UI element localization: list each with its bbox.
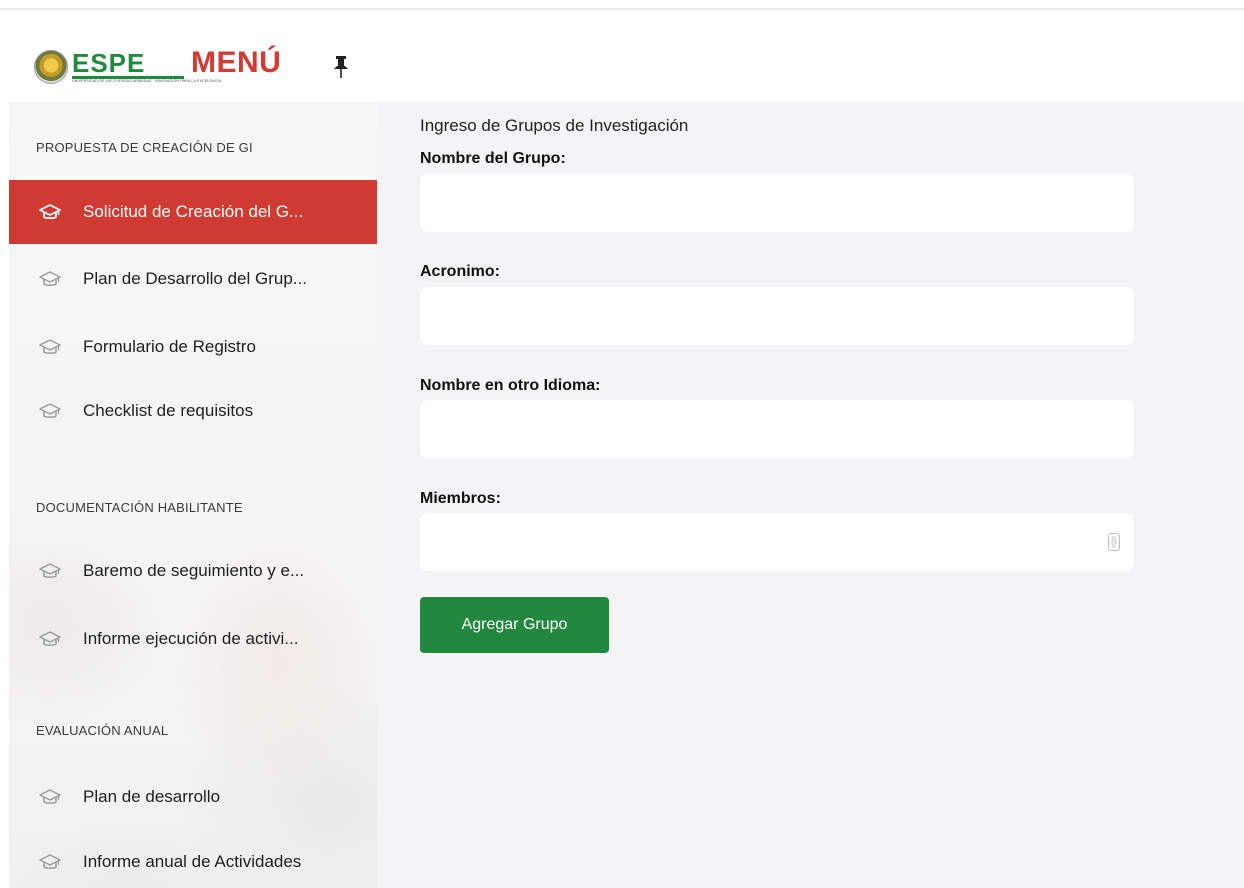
add-group-button[interactable]: Agregar Grupo	[420, 597, 609, 653]
number-stepper-icon[interactable]: △ ▽	[1108, 533, 1120, 551]
graduation-cap-icon	[39, 403, 61, 418]
sidebar-item-solicitud[interactable]: Solicitud de Creación del G...	[9, 180, 377, 244]
graduation-cap-icon	[39, 339, 61, 354]
pin-icon[interactable]	[334, 56, 348, 78]
sidebar-item-label: Solicitud de Creación del G...	[83, 202, 304, 221]
acronym-label: Acronimo:	[420, 263, 500, 280]
menu-title: MENÚ	[191, 46, 282, 79]
sidebar-item-label: Formulario de Registro	[83, 337, 256, 356]
sidebar-item-label: Checklist de requisitos	[83, 401, 254, 420]
sidebar-item-formulario-registro[interactable]: Formulario de Registro	[9, 315, 377, 379]
sidebar-item-checklist[interactable]: Checklist de requisitos	[9, 379, 377, 443]
sidebar-item-plan-desarrollo[interactable]: Plan de desarrollo	[9, 765, 377, 829]
graduation-cap-icon	[39, 204, 61, 220]
group-name-input[interactable]	[420, 174, 1134, 232]
form-heading: Ingreso de Grupos de Investigación	[420, 116, 689, 135]
other-language-name-label: Nombre en otro Idioma:	[420, 377, 601, 394]
sidebar-item-informe-ejecucion[interactable]: Informe ejecución de activi...	[9, 607, 377, 671]
graduation-cap-icon	[39, 563, 61, 578]
sidebar-item-label: Informe ejecución de activi...	[83, 629, 299, 648]
section-title-propuesta: PROPUESTA DE CREACIÓN DE GI	[36, 140, 253, 155]
main-content: Ingreso de Grupos de Investigación Nombr…	[377, 102, 1244, 888]
section-title-documentacion: DOCUMENTACIÓN HABILITANTE	[36, 500, 243, 515]
app-header: ESPE UNIVERSIDAD DE LAS FUERZAS ARMADAS …	[0, 10, 1244, 102]
other-language-name-input[interactable]	[420, 400, 1134, 458]
sidebar-item-label: Plan de Desarrollo del Grup...	[83, 269, 307, 288]
sidebar-item-baremo[interactable]: Baremo de seguimiento y e...	[9, 539, 377, 603]
members-label: Miembros:	[420, 490, 501, 507]
sidebar-item-label: Informe anual de Actividades	[83, 852, 302, 871]
section-title-evaluacion: EVALUACIÓN ANUAL	[36, 723, 169, 738]
sidebar-item-label: Baremo de seguimiento y e...	[83, 561, 305, 580]
members-number-input[interactable]: △ ▽	[420, 513, 1134, 571]
graduation-cap-icon	[39, 854, 61, 869]
group-name-label: Nombre del Grupo:	[420, 150, 566, 167]
university-seal-icon	[34, 50, 68, 84]
sidebar: PROPUESTA DE CREACIÓN DE GI Solicitud de…	[9, 102, 377, 888]
acronym-input[interactable]	[420, 287, 1134, 345]
sidebar-item-plan-desarrollo-grupo[interactable]: Plan de Desarrollo del Grup...	[9, 247, 377, 311]
graduation-cap-icon	[39, 271, 61, 286]
graduation-cap-icon	[39, 631, 61, 646]
graduation-cap-icon	[39, 789, 61, 804]
sidebar-item-informe-anual[interactable]: Informe anual de Actividades	[9, 830, 377, 888]
sidebar-item-label: Plan de desarrollo	[83, 787, 221, 806]
